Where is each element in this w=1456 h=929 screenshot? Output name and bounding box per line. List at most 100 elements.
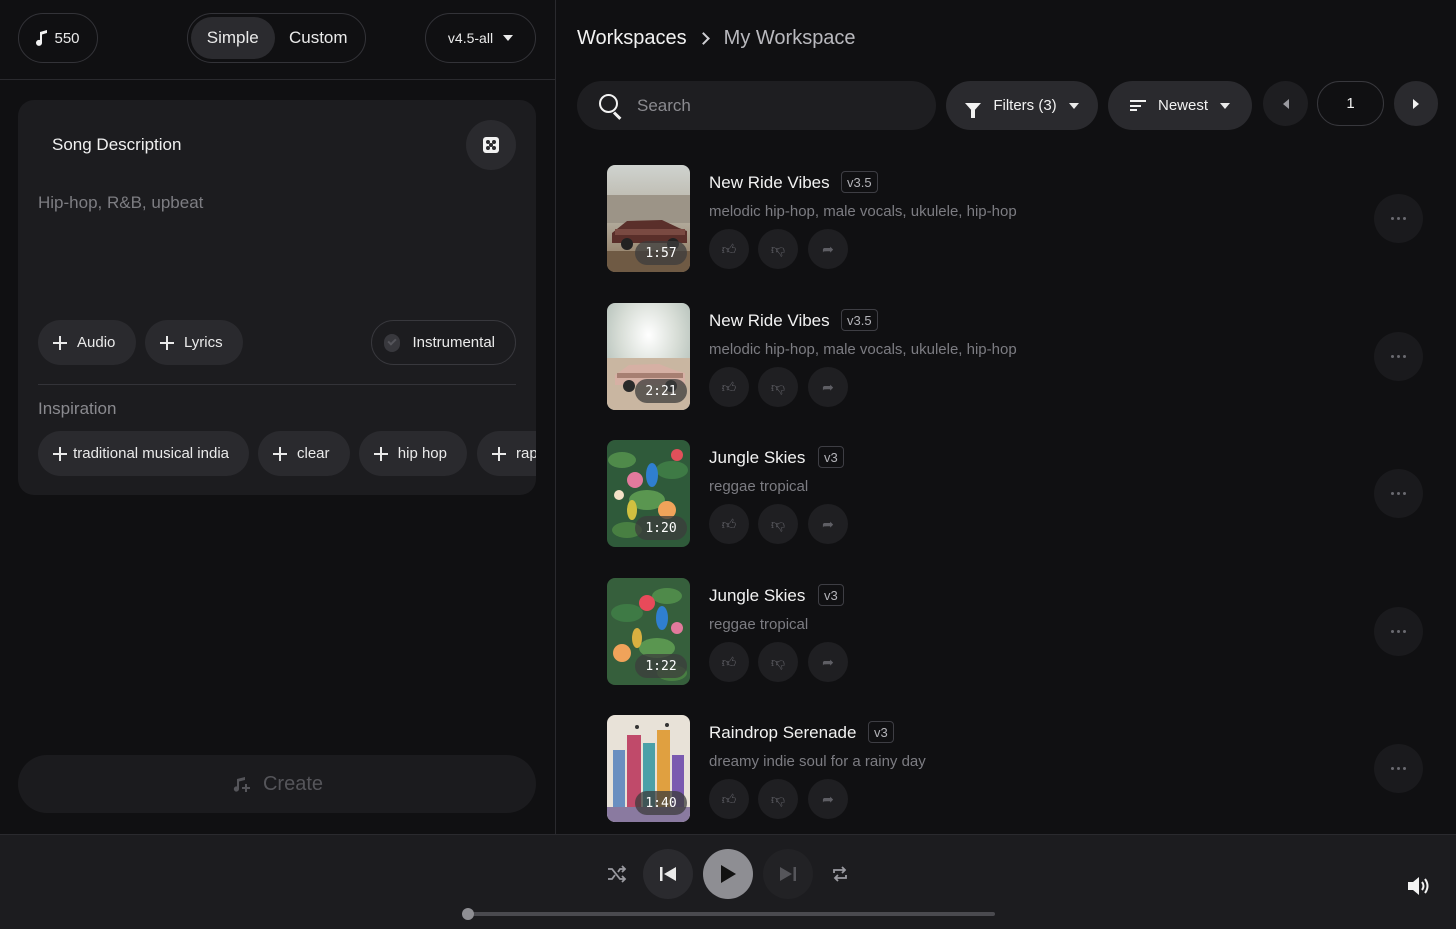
- song-title[interactable]: Jungle Skies: [709, 586, 805, 606]
- like-button[interactable]: 👍︎: [709, 504, 749, 544]
- share-icon: ➦: [822, 240, 834, 257]
- share-icon: ➦: [822, 515, 834, 532]
- breadcrumb-workspaces[interactable]: Workspaces: [577, 27, 687, 50]
- page-number[interactable]: 1: [1317, 81, 1384, 126]
- more-options-button[interactable]: [1374, 332, 1423, 381]
- share-button[interactable]: ➦: [808, 504, 848, 544]
- create-panel: 550 Simple Custom v4.5-all Song Descript…: [0, 0, 556, 834]
- progress-bar[interactable]: [462, 908, 995, 920]
- version-badge: v3: [868, 721, 894, 743]
- player-bar: [0, 834, 1456, 929]
- inspiration-chip[interactable]: clear: [258, 431, 350, 476]
- song-cover[interactable]: 1:57: [607, 165, 690, 272]
- next-page-button[interactable]: [1394, 81, 1438, 126]
- song-title[interactable]: New Ride Vibes: [709, 173, 830, 193]
- song-row[interactable]: 2:21 New Ride Vibes v3.5 melodic hip-hop…: [607, 303, 1437, 411]
- more-options-button[interactable]: [1374, 194, 1423, 243]
- previous-button[interactable]: [643, 849, 693, 899]
- instrumental-toggle[interactable]: Instrumental: [371, 320, 516, 365]
- song-row[interactable]: 1:22 Jungle Skies v3 reggae tropical 👍︎ …: [607, 578, 1437, 686]
- version-badge: v3.5: [841, 171, 878, 193]
- tab-custom[interactable]: Custom: [275, 17, 362, 59]
- song-duration: 1:22: [635, 654, 687, 678]
- credits-button[interactable]: 550: [18, 13, 98, 63]
- song-cover[interactable]: 1:20: [607, 440, 690, 547]
- more-dots-icon: [1391, 492, 1406, 495]
- add-audio-button[interactable]: Audio: [38, 320, 136, 365]
- inspiration-chip-label: rap: [516, 445, 536, 462]
- inspiration-chip[interactable]: hip hop: [359, 431, 467, 476]
- song-row[interactable]: 1:40 Raindrop Serenade v3 dreamy indie s…: [607, 715, 1437, 823]
- share-button[interactable]: ➦: [808, 229, 848, 269]
- checkbox-icon: [384, 333, 401, 352]
- sort-button[interactable]: Newest: [1108, 81, 1252, 130]
- more-dots-icon: [1391, 630, 1406, 633]
- song-description-input[interactable]: Hip-hop, R&B, upbeat: [38, 193, 203, 213]
- volume-button[interactable]: [1406, 875, 1434, 899]
- dislike-button[interactable]: 👎︎: [758, 367, 798, 407]
- model-version-label: v4.5-all: [447, 30, 494, 46]
- model-version-select[interactable]: v4.5-all: [425, 13, 536, 63]
- add-lyrics-label: Lyrics: [184, 334, 223, 351]
- dislike-button[interactable]: 👎︎: [758, 779, 798, 819]
- caret-down-icon: [1220, 102, 1231, 109]
- chevron-right-icon: [696, 32, 710, 45]
- song-duration: 1:40: [635, 791, 687, 815]
- repeat-button[interactable]: [825, 859, 855, 889]
- inspiration-chip[interactable]: rap: [477, 431, 536, 476]
- create-button[interactable]: Create: [18, 755, 536, 813]
- more-options-button[interactable]: [1374, 469, 1423, 518]
- song-title[interactable]: Jungle Skies: [709, 448, 805, 468]
- dislike-button[interactable]: 👎︎: [758, 229, 798, 269]
- song-duration: 1:57: [635, 241, 687, 265]
- search-input[interactable]: [637, 95, 897, 116]
- workspace-panel: Workspaces My Workspace Filters (3) Newe…: [557, 0, 1456, 834]
- add-lyrics-button[interactable]: Lyrics: [145, 320, 243, 365]
- caret-down-icon: [1068, 102, 1079, 109]
- share-button[interactable]: ➦: [808, 367, 848, 407]
- add-audio-label: Audio: [77, 334, 116, 351]
- song-tags: reggae tropical: [709, 616, 809, 633]
- dislike-button[interactable]: 👎︎: [758, 642, 798, 682]
- app-root: 550 Simple Custom v4.5-all Song Descript…: [0, 0, 1456, 929]
- share-button[interactable]: ➦: [808, 642, 848, 682]
- like-button[interactable]: 👍︎: [709, 779, 749, 819]
- progress-handle[interactable]: [462, 908, 474, 920]
- shuffle-button[interactable]: [602, 859, 632, 889]
- thumbs-up-icon: 👍︎: [721, 240, 737, 257]
- inspiration-chip[interactable]: traditional musical india: [38, 431, 249, 476]
- song-cover[interactable]: 1:22: [607, 578, 690, 685]
- song-row[interactable]: 1:20 Jungle Skies v3 reggae tropical 👍︎ …: [607, 440, 1437, 548]
- sort-label: Newest: [1157, 97, 1209, 114]
- more-dots-icon: [1391, 355, 1406, 358]
- credits-count: 550: [54, 29, 80, 47]
- plus-icon: [273, 446, 287, 461]
- song-title[interactable]: New Ride Vibes: [709, 311, 830, 331]
- filter-icon: [965, 103, 982, 118]
- version-badge: v3: [818, 584, 844, 606]
- song-title[interactable]: Raindrop Serenade: [709, 723, 856, 743]
- dice-icon: [483, 137, 499, 153]
- like-button[interactable]: 👍︎: [709, 367, 749, 407]
- filters-button[interactable]: Filters (3): [946, 81, 1098, 130]
- thumbs-up-icon: 👍︎: [721, 790, 737, 807]
- song-cover[interactable]: 1:40: [607, 715, 690, 822]
- play-button[interactable]: [703, 849, 753, 899]
- next-button[interactable]: [763, 849, 813, 899]
- caret-left-icon: [1282, 98, 1289, 109]
- tab-simple[interactable]: Simple: [191, 17, 275, 59]
- inspiration-chips: traditional musical india clear hip hop …: [38, 431, 536, 476]
- song-row[interactable]: 1:57 New Ride Vibes v3.5 melodic hip-hop…: [607, 165, 1437, 273]
- dislike-button[interactable]: 👎︎: [758, 504, 798, 544]
- song-duration: 1:20: [635, 516, 687, 540]
- more-options-button[interactable]: [1374, 744, 1423, 793]
- share-button[interactable]: ➦: [808, 779, 848, 819]
- song-cover[interactable]: 2:21: [607, 303, 690, 410]
- like-button[interactable]: 👍︎: [709, 642, 749, 682]
- plus-icon: [160, 335, 174, 350]
- randomize-button[interactable]: [466, 120, 516, 170]
- more-options-button[interactable]: [1374, 607, 1423, 656]
- prev-page-button[interactable]: [1263, 81, 1308, 126]
- like-button[interactable]: 👍︎: [709, 229, 749, 269]
- inspiration-label: Inspiration: [38, 399, 117, 418]
